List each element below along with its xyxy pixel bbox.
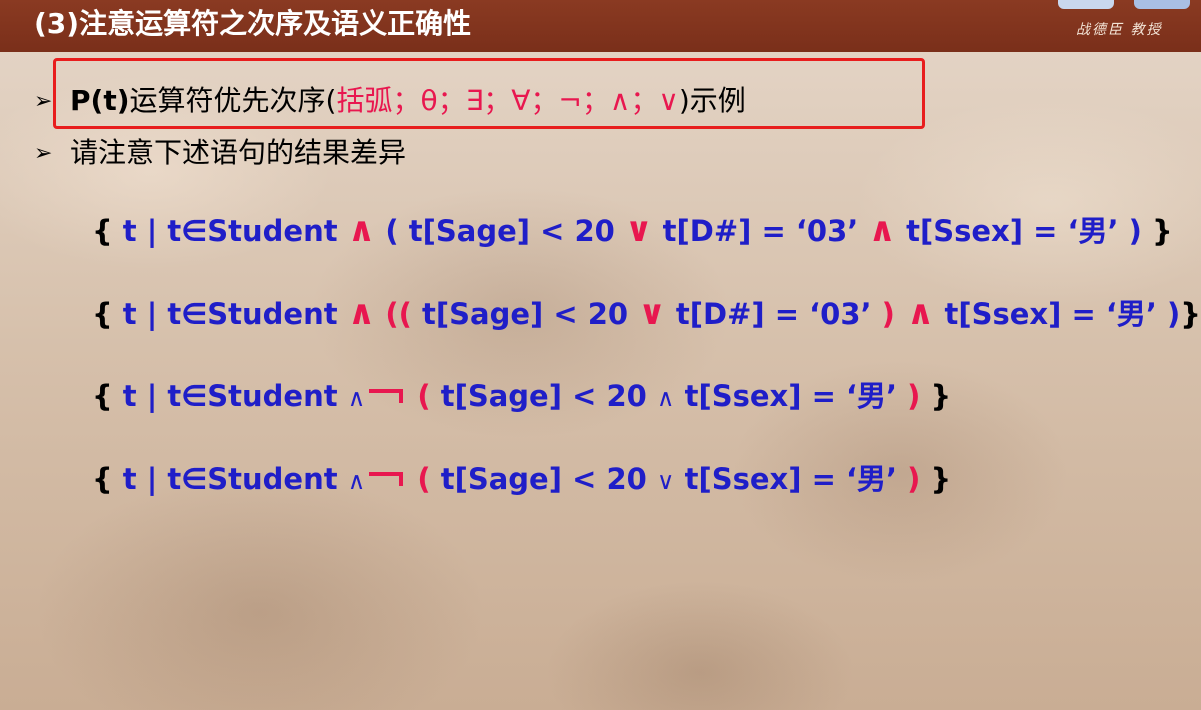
and-operator: ∧ [347, 384, 366, 412]
formula-part: t[D#] = ‘03’ [665, 297, 882, 331]
bullet-suffix: )示例 [678, 84, 746, 117]
brace-open: { [92, 214, 113, 248]
brace-close: } [920, 462, 952, 496]
formula-1: { t | t∈Student ∧ ( t[Sage] < 20 ∨ t[D#]… [92, 212, 1173, 249]
paren-open: (( [375, 297, 412, 331]
bullet-note: ➢ 请注意下述语句的结果差异 [34, 136, 406, 171]
logo-mark-right [1134, 0, 1190, 9]
bullet-operators: 括弧；θ；∃；∀；¬；∧；∨ [336, 84, 679, 117]
and-operator: ∧ [894, 293, 935, 333]
formula-part: t[D#] = ‘03’ [652, 214, 869, 248]
brace-close: } [920, 379, 952, 413]
bullet-note-text: 请注意下述语句的结果差异 [70, 136, 407, 169]
formula-2: { t | t∈Student ∧ (( t[Sage] < 20 ∨ t[D#… [92, 295, 1201, 332]
brace-open: { [92, 297, 113, 331]
formula-part: t[Ssex] = ‘男’ [674, 379, 908, 413]
slide-title: (3)注意运算符之次序及语义正确性 [34, 7, 472, 40]
and-operator: ∧ [347, 467, 366, 495]
brace-close: } [1180, 297, 1201, 331]
formula-head: t | t∈Student [112, 214, 348, 248]
bullet-mid: 运算符优先次序( [129, 84, 337, 117]
formula-3: { t | t∈Student ∧ ( t[Sage] < 20 ∧ t[Sse… [92, 378, 951, 416]
formula-head: t | t∈Student [112, 462, 348, 496]
and-operator: ∧ [868, 210, 896, 250]
brace-close: } [1151, 214, 1173, 248]
formula-head: t | t∈Student [112, 379, 348, 413]
and-operator: ∧ [656, 384, 675, 412]
formula-part: ( t[Sage] < 20 [375, 214, 625, 248]
formula-part: t[Sage] < 20 [411, 297, 639, 331]
or-operator: ∨ [638, 293, 666, 333]
brace-open: { [92, 379, 113, 413]
formula-head: t | t∈Student [112, 297, 348, 331]
and-operator: ∧ [347, 210, 376, 250]
formula-part: t[Ssex] = ‘男’ ) [896, 214, 1152, 248]
bullet-arrow-icon: ➢ [34, 89, 53, 114]
bullet-operator-precedence: ➢ P(t)运算符优先次序(括弧；θ；∃；∀；¬；∧；∨)示例 [34, 84, 746, 119]
or-operator: ∨ [656, 467, 675, 495]
logo-caption: 战德臣 教授 [1076, 22, 1163, 38]
brace-open: { [92, 462, 113, 496]
paren-close: ) [881, 297, 895, 331]
bullet-arrow-icon: ➢ [34, 141, 53, 166]
bullet-prefix: P(t) [70, 84, 130, 117]
paren-open: ( [407, 379, 431, 413]
negation-icon [369, 389, 404, 403]
formula-4: { t | t∈Student ∧ ( t[Sage] < 20 ∨ t[Sse… [92, 461, 951, 499]
formula-part: t[Ssex] = ‘男’ ) [934, 297, 1181, 331]
logo: 战德臣 教授 [1058, 0, 1201, 42]
negation-icon [369, 472, 404, 486]
or-operator: ∨ [624, 210, 653, 250]
formula-part: t[Ssex] = ‘男’ [674, 462, 908, 496]
paren-close: ) [907, 462, 921, 496]
formula-part: t[Sage] < 20 [430, 462, 657, 496]
slide-header: (3)注意运算符之次序及语义正确性 战德臣 教授 [0, 0, 1201, 52]
and-operator: ∧ [347, 293, 376, 333]
paren-close: ) [907, 379, 921, 413]
logo-mark-left [1058, 0, 1114, 9]
formula-part: t[Sage] < 20 [430, 379, 657, 413]
paren-open: ( [407, 462, 431, 496]
